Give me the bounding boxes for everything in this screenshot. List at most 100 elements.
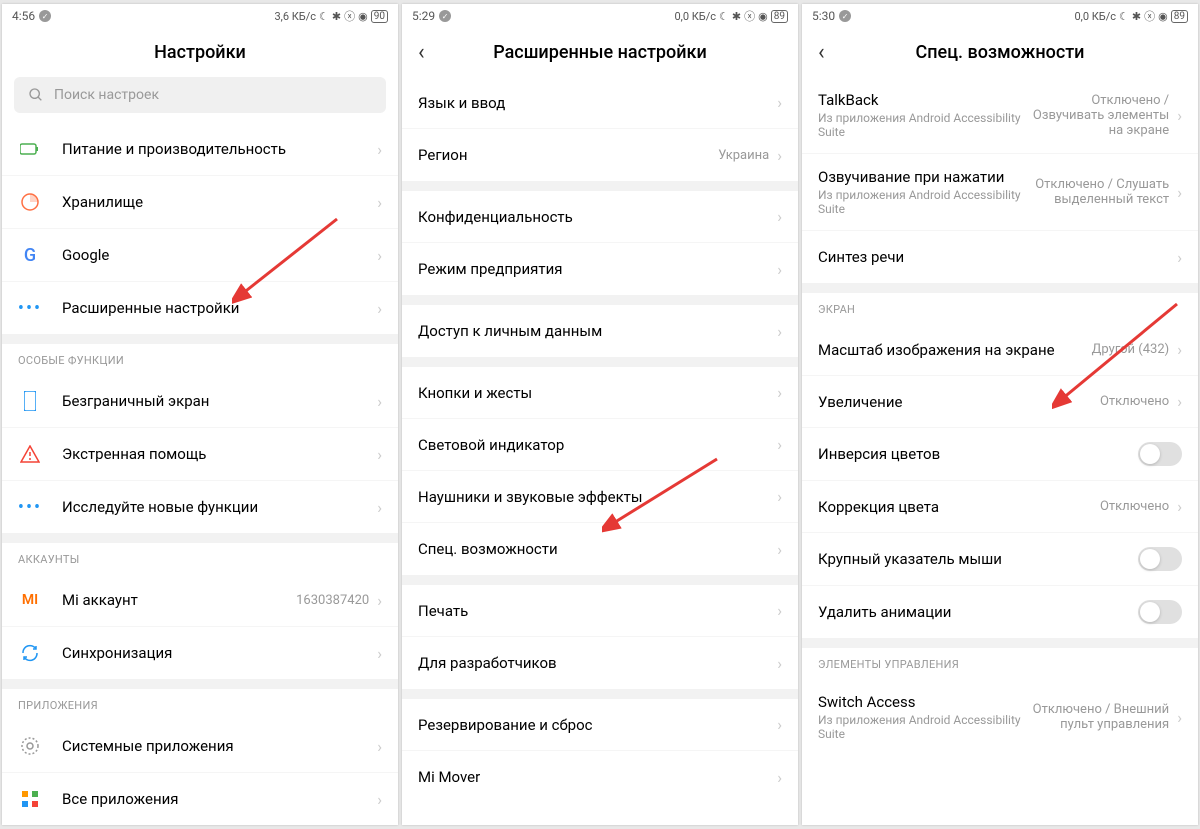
chevron-right-icon: › (377, 445, 382, 464)
item-power[interactable]: Питание и производительность › (2, 123, 398, 176)
item-print[interactable]: Печать› (402, 585, 798, 637)
settings-group: Язык и ввод› РегионУкраина› (402, 77, 798, 181)
x-icon: ⓧ (344, 8, 355, 24)
item-label: Масштаб изображения на экране (818, 341, 1092, 359)
chevron-right-icon: › (377, 737, 382, 756)
search-icon (28, 87, 44, 103)
chevron-right-icon: › (1177, 183, 1182, 202)
item-buttons[interactable]: Кнопки и жесты› (402, 367, 798, 419)
screen-settings: 4:56 ✓ 3,6 КБ/с ☾ ✱ ⓧ ◉ 90 Настройки Пои… (2, 4, 398, 825)
chevron-right-icon: › (377, 591, 382, 610)
chevron-right-icon: › (377, 140, 382, 159)
item-talkback[interactable]: TalkBackИз приложения Android Accessibil… (802, 77, 1198, 154)
item-storage[interactable]: Хранилище › (2, 176, 398, 229)
moon-icon: ☾ (719, 10, 729, 23)
chevron-right-icon: › (377, 498, 382, 517)
settings-group: Кнопки и жесты› Световой индикатор› Науш… (402, 367, 798, 575)
grid-icon (18, 787, 42, 811)
item-emergency[interactable]: Экстренная помощь › (2, 428, 398, 481)
item-enterprise[interactable]: Режим предприятия› (402, 243, 798, 295)
chevron-right-icon: › (1177, 340, 1182, 359)
item-led[interactable]: Световой индикатор› (402, 419, 798, 471)
chevron-right-icon: › (777, 487, 782, 506)
item-sublabel: Из приложения Android Accessibility Suit… (818, 713, 1029, 741)
status-time: 5:30 (812, 9, 835, 23)
settings-group: Резервирование и сброс› Mi Mover› (402, 699, 798, 803)
status-bar: 4:56 ✓ 3,6 КБ/с ☾ ✱ ⓧ ◉ 90 (2, 4, 398, 28)
mi-icon: MI (18, 588, 42, 612)
item-google[interactable]: G Google › (2, 229, 398, 282)
item-mi-account[interactable]: MI Mi аккаунт 1630387420 › (2, 574, 398, 627)
header: Настройки (2, 28, 398, 77)
back-button[interactable]: ‹ (418, 40, 425, 65)
settings-group: Switch AccessИз приложения Android Acces… (802, 679, 1198, 755)
item-label: Конфиденциальность (418, 208, 777, 226)
bluetooth-icon: ✱ (732, 10, 741, 23)
item-personal-data[interactable]: Доступ к личным данным› (402, 305, 798, 357)
chevron-right-icon: › (777, 540, 782, 559)
item-color-inversion[interactable]: Инверсия цветов (802, 428, 1198, 481)
status-speed: 0,0 КБ/с (674, 10, 716, 23)
item-backup[interactable]: Резервирование и сброс› (402, 699, 798, 751)
item-label: Mi аккаунт (62, 591, 296, 609)
header: ‹ Расширенные настройки (402, 28, 798, 77)
item-developer[interactable]: Для разработчиков› (402, 637, 798, 689)
item-label: Световой индикатор (418, 436, 777, 454)
item-label: Печать (418, 602, 777, 620)
item-display-size[interactable]: Масштаб изображения на экране Другой (43… (802, 324, 1198, 376)
item-label: Исследуйте новые функции (62, 498, 377, 516)
chevron-right-icon: › (777, 654, 782, 673)
item-explore[interactable]: ••• Исследуйте новые функции › (2, 481, 398, 533)
search-input[interactable]: Поиск настроек (14, 77, 386, 113)
toggle-switch[interactable] (1138, 442, 1182, 466)
item-headphones[interactable]: Наушники и звуковые эффекты› (402, 471, 798, 523)
item-system-apps[interactable]: Системные приложения › (2, 720, 398, 773)
item-label: Резервирование и сброс (418, 716, 777, 734)
item-color-correction[interactable]: Коррекция цвета Отключено › (802, 481, 1198, 533)
item-label: Хранилище (62, 193, 377, 211)
item-sublabel: Из приложения Android Accessibility Suit… (818, 188, 1029, 216)
item-sync[interactable]: Синхронизация › (2, 627, 398, 679)
item-tts[interactable]: Синтез речи › (802, 231, 1198, 283)
item-remove-animations[interactable]: Удалить анимации (802, 586, 1198, 638)
item-region[interactable]: РегионУкраина› (402, 129, 798, 181)
chevron-right-icon: › (377, 790, 382, 809)
settings-group: Доступ к личным данным› (402, 305, 798, 357)
item-all-apps[interactable]: Все приложения › (2, 773, 398, 825)
check-icon: ✓ (39, 10, 51, 22)
wifi-icon: ◉ (758, 10, 768, 23)
item-label: Озвучивание при нажатии (818, 168, 1029, 186)
google-icon: G (18, 243, 42, 267)
moon-icon: ☾ (1119, 10, 1129, 23)
chevron-right-icon: › (377, 246, 382, 265)
toggle-switch[interactable] (1138, 547, 1182, 571)
item-privacy[interactable]: Конфиденциальность› (402, 191, 798, 243)
battery-icon: 89 (1171, 10, 1188, 23)
chevron-right-icon: › (777, 322, 782, 341)
item-label: Синхронизация (62, 644, 377, 662)
item-mover[interactable]: Mi Mover› (402, 751, 798, 803)
section-header: ПРИЛОЖЕНИЯ (2, 689, 398, 720)
item-fullscreen[interactable]: Безграничный экран › (2, 375, 398, 428)
back-button[interactable]: ‹ (818, 40, 825, 65)
moon-icon: ☾ (319, 10, 329, 23)
item-value: Отключено (1100, 394, 1169, 409)
item-advanced[interactable]: ••• Расширенные настройки › (2, 282, 398, 334)
pie-icon (18, 190, 42, 214)
toggle-switch[interactable] (1138, 600, 1182, 624)
item-language[interactable]: Язык и ввод› (402, 77, 798, 129)
item-large-pointer[interactable]: Крупный указатель мыши (802, 533, 1198, 586)
settings-group: Питание и производительность › Хранилище… (2, 123, 398, 334)
status-bar: 5:29 ✓ 0,0 КБ/с ☾ ✱ ⓧ ◉ 89 (402, 4, 798, 28)
chevron-right-icon: › (777, 93, 782, 112)
item-switch-access[interactable]: Switch AccessИз приложения Android Acces… (802, 679, 1198, 755)
item-label: Mi Mover (418, 768, 777, 786)
item-accessibility[interactable]: Спец. возможности› (402, 523, 798, 575)
settings-group: Системные приложения › Все приложения › (2, 720, 398, 825)
item-label: Синтез речи (818, 248, 1177, 266)
item-select-to-speak[interactable]: Озвучивание при нажатии Из приложения And… (802, 154, 1198, 231)
item-label: Доступ к личным данным (418, 322, 777, 340)
phone-icon (18, 389, 42, 413)
item-magnification[interactable]: Увеличение Отключено › (802, 376, 1198, 428)
wifi-icon: ◉ (1158, 10, 1168, 23)
